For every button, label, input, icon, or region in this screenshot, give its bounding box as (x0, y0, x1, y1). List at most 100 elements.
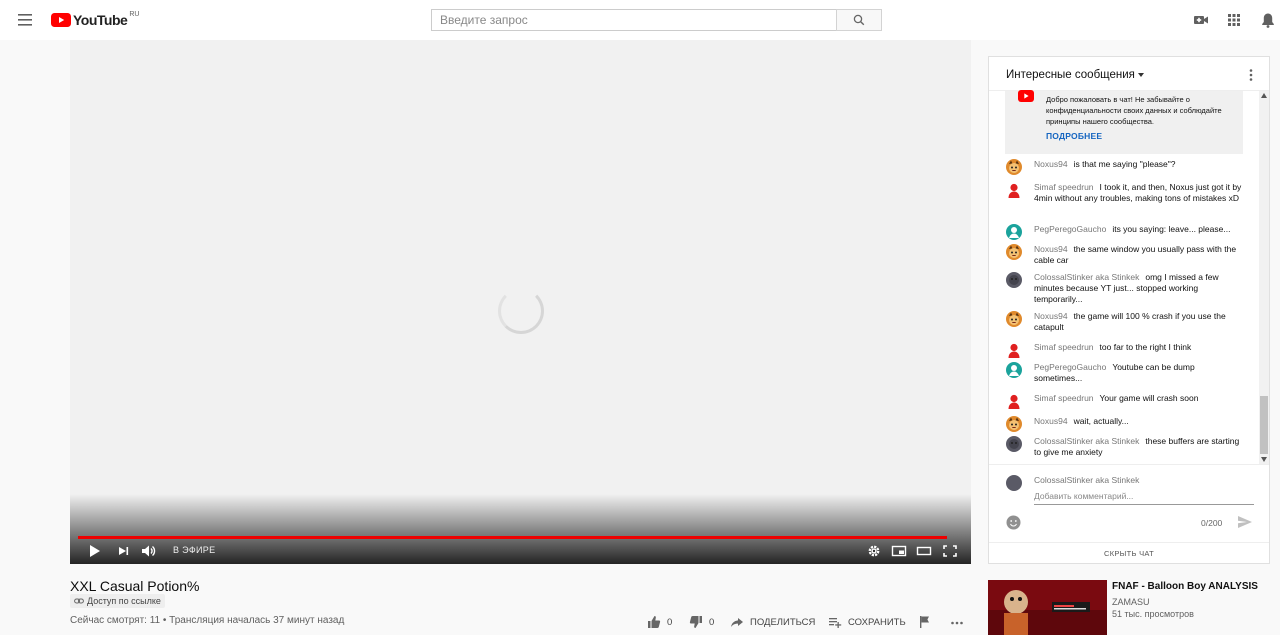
chat-message-body: Simaf speedrun I took it, and then, Noxus… (1034, 182, 1242, 204)
loading-spinner (498, 288, 544, 334)
miniplayer-icon (891, 545, 907, 557)
send-icon[interactable] (1237, 515, 1253, 529)
like-button[interactable]: 0 (647, 614, 672, 630)
gear-icon (868, 545, 880, 557)
volume-button[interactable] (140, 543, 156, 559)
playlist-add-icon (829, 618, 842, 628)
chat-author-name[interactable]: PegPeregoGaucho (1034, 362, 1106, 372)
more-vertical-icon[interactable] (1246, 68, 1256, 82)
avatar[interactable] (1006, 272, 1022, 288)
chat-message-body: Noxus94 the same window you usually pass … (1034, 244, 1242, 266)
avatar[interactable] (1006, 182, 1022, 198)
chat-message: PegPeregoGaucho its you saying: leave... … (1006, 224, 1242, 240)
chat-message: ColossalStinker aka Stinkek these buffers… (1006, 436, 1242, 458)
theater-mode-button[interactable] (916, 543, 932, 559)
chat-title[interactable]: Интересные сообщения (1006, 69, 1135, 81)
scroll-up-icon[interactable] (1261, 93, 1267, 98)
chat-message: Simaf speedrun I took it, and then, Noxus… (1006, 182, 1242, 204)
flag-icon (920, 616, 929, 628)
thumbs-up-icon (648, 616, 661, 628)
chat-message-body: Noxus94 wait, actually... (1034, 416, 1242, 427)
chat-input[interactable]: Добавить комментарий... (1034, 491, 1254, 505)
create-video-icon[interactable] (1192, 11, 1210, 29)
logo-wordmark: YouTube (73, 12, 128, 28)
privacy-label: Доступ по ссылке (87, 596, 161, 606)
video-player[interactable]: В ЭФИРЕ (70, 40, 971, 564)
video-meta: Сейчас смотрят: 11 • Трансляция началась… (70, 615, 345, 626)
share-icon (731, 618, 743, 627)
scroll-down-icon[interactable] (1261, 457, 1267, 462)
masthead: YouTube RU Введите запрос (0, 0, 1280, 40)
settings-button[interactable] (867, 543, 881, 559)
emoji-icon[interactable] (1006, 515, 1021, 530)
apps-grid-icon[interactable] (1225, 11, 1243, 29)
avatar[interactable] (1006, 342, 1022, 358)
fullscreen-button[interactable] (942, 543, 958, 559)
menu-icon[interactable] (14, 10, 38, 30)
avatar[interactable] (1006, 311, 1022, 327)
scroll-thumb[interactable] (1260, 396, 1268, 454)
youtube-logo[interactable]: YouTube RU (51, 11, 139, 28)
chat-author-name[interactable]: Noxus94 (1034, 244, 1068, 254)
divider (989, 464, 1269, 465)
more-actions-button[interactable] (950, 614, 964, 630)
chat-author-name[interactable]: Noxus94 (1034, 416, 1068, 426)
chat-message-body: ColossalStinker aka Stinkek omg I missed … (1034, 272, 1242, 305)
composer-author-name: ColossalStinker aka Stinkek (1034, 475, 1140, 485)
hide-chat-button[interactable]: СКРЫТЬ ЧАТ (989, 542, 1269, 564)
recommended-channel[interactable]: ZAMASU (1112, 597, 1150, 607)
chat-message: Noxus94 is that me saying "please"? (1006, 159, 1242, 175)
search-icon (853, 14, 865, 26)
video-thumbnail[interactable] (988, 580, 1107, 635)
play-button[interactable] (88, 543, 102, 559)
notifications-bell-icon[interactable] (1259, 11, 1277, 29)
avatar[interactable] (1006, 393, 1022, 409)
avatar[interactable] (1006, 362, 1022, 378)
avatar[interactable] (1006, 436, 1022, 452)
welcome-text: Добро пожаловать в чат! Не забывайте о к… (1046, 95, 1222, 126)
report-button[interactable] (919, 614, 931, 630)
search-input[interactable]: Введите запрос (431, 9, 837, 31)
chat-author-name[interactable]: Simaf speedrun (1034, 342, 1094, 352)
more-horizontal-icon (951, 621, 963, 625)
chat-author-name[interactable]: ColossalStinker aka Stinkek (1034, 436, 1139, 446)
recommended-views: 51 тыс. просмотров (1112, 609, 1194, 619)
chat-message: Simaf speedrun Your game will crash soon (1006, 393, 1242, 409)
chat-message: Simaf speedrun too far to the right I thi… (1006, 342, 1242, 358)
recommended-title[interactable]: FNAF - Balloon Boy ANALYSIS (1112, 581, 1258, 592)
search-placeholder: Введите запрос (440, 13, 528, 27)
chat-author-name[interactable]: Noxus94 (1034, 311, 1068, 321)
avatar[interactable] (1006, 159, 1022, 175)
avatar[interactable] (1006, 416, 1022, 432)
avatar[interactable] (1006, 224, 1022, 240)
fullscreen-icon (943, 545, 957, 557)
chat-author-name[interactable]: Simaf speedrun (1034, 182, 1094, 192)
chat-author-name[interactable]: Noxus94 (1034, 159, 1068, 169)
chat-scrollbar[interactable] (1259, 91, 1269, 464)
character-counter: 0/200 (1201, 518, 1223, 528)
dislike-button[interactable]: 0 (689, 614, 714, 630)
thumbs-down-icon (689, 616, 702, 628)
volume-icon (142, 545, 156, 557)
learn-more-link[interactable]: ПОДРОБНЕЕ (1046, 131, 1102, 141)
progress-bar[interactable] (78, 536, 947, 539)
search-button[interactable] (836, 9, 882, 31)
chat-message-body: Simaf speedrun Your game will crash soon (1034, 393, 1242, 404)
recommended-video[interactable]: FNAF - Balloon Boy ANALYSIS ZAMASU 51 ты… (988, 580, 1278, 635)
chat-message-text: wait, actually... (1073, 416, 1129, 426)
miniplayer-button[interactable] (891, 543, 907, 559)
chat-author-name[interactable]: ColossalStinker aka Stinkek (1034, 272, 1139, 282)
live-indicator[interactable]: В ЭФИРЕ (173, 545, 215, 555)
avatar[interactable] (1006, 244, 1022, 260)
video-title: XXL Casual Potion% (70, 578, 200, 594)
chat-author-name[interactable]: Simaf speedrun (1034, 393, 1094, 403)
chat-author-name[interactable]: PegPeregoGaucho (1034, 224, 1106, 234)
chat-message-text: too far to the right I think (1099, 342, 1192, 352)
share-button[interactable]: ПОДЕЛИТЬСЯ (730, 614, 815, 630)
link-icon (74, 598, 84, 604)
like-count: 0 (667, 616, 673, 628)
chevron-down-icon[interactable] (1138, 73, 1144, 77)
next-button[interactable] (117, 543, 131, 559)
chat-welcome-banner: Добро пожаловать в чат! Не забывайте о к… (1005, 90, 1243, 154)
save-button[interactable]: СОХРАНИТЬ (828, 614, 906, 630)
